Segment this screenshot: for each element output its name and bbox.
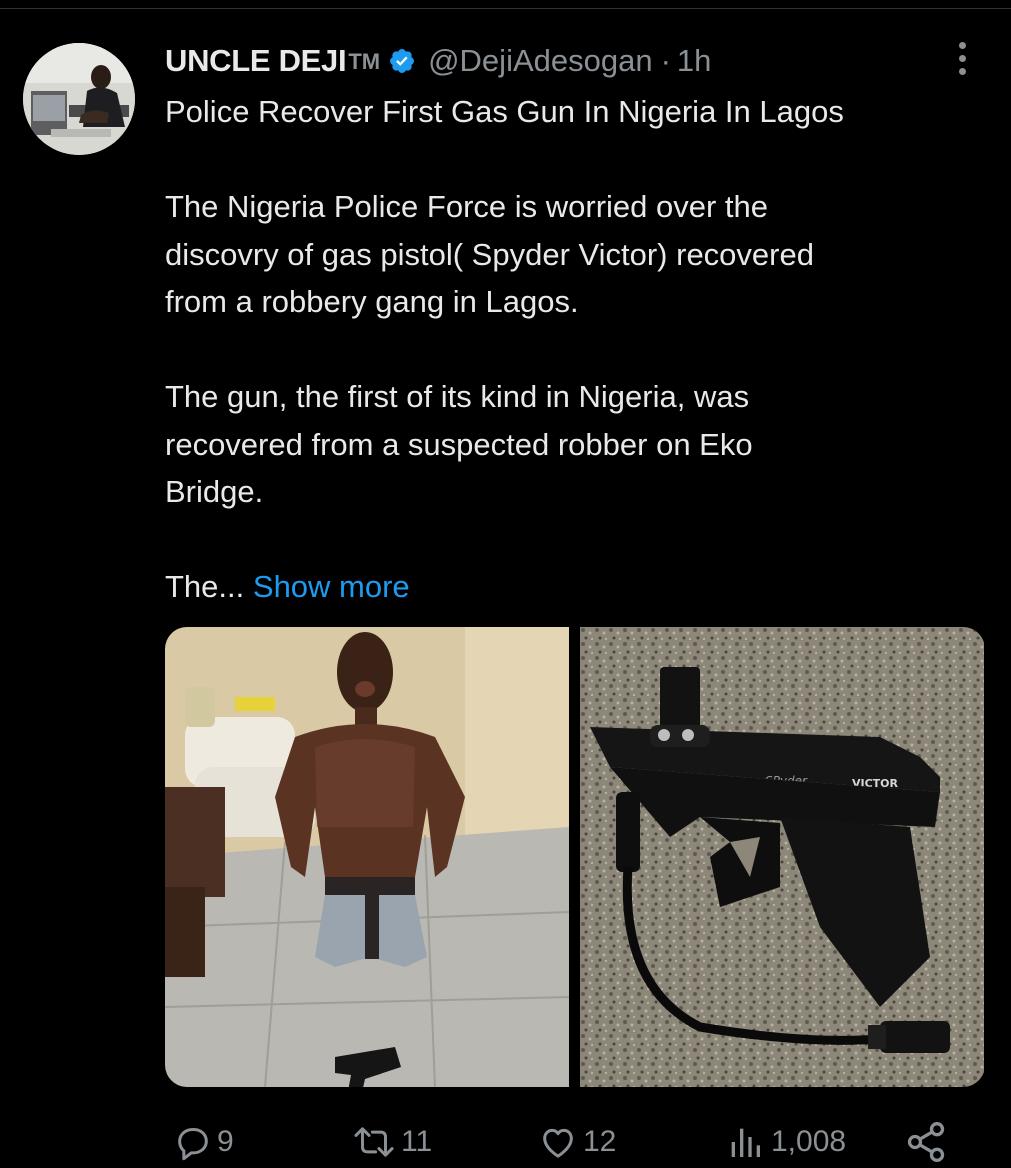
share-icon <box>903 1120 949 1164</box>
views-chart-icon <box>723 1122 767 1162</box>
avatar-photo <box>23 43 135 155</box>
repost-count: 11 <box>401 1125 433 1158</box>
show-more-link[interactable]: Show more <box>253 569 410 604</box>
share-button[interactable] <box>903 1116 949 1168</box>
author-avatar[interactable] <box>23 43 135 155</box>
tweet-header: UNCLE DEJI TM @DejiAdesogan · 1h <box>165 36 711 86</box>
tweet-truncated-line: The... Show more <box>165 563 985 611</box>
like-button[interactable]: 12 <box>537 1116 616 1168</box>
more-options-icon[interactable] <box>948 36 976 80</box>
truncated-text: The... <box>165 569 245 604</box>
views-count: 1,008 <box>771 1125 847 1158</box>
reply-count: 9 <box>217 1125 234 1158</box>
author-name[interactable]: UNCLE DEJI <box>165 43 347 79</box>
repost-button[interactable]: 11 <box>351 1116 432 1168</box>
heart-icon <box>537 1122 579 1162</box>
tweet-headline: Police Recover First Gas Gun In Nigeria … <box>165 94 844 129</box>
author-tm-mark: TM <box>348 49 381 74</box>
tweet-paragraph: The gun, the first of its kind in Nigeri… <box>165 379 753 509</box>
author-handle[interactable]: @DejiAdesogan <box>428 43 653 79</box>
tweet-action-bar: 9 11 12 1,008 <box>165 1116 985 1168</box>
media-photo-suspect[interactable] <box>165 627 569 1087</box>
tweet-media-grid: SPyder VICTOR <box>165 627 985 1087</box>
tweet-timestamp[interactable]: 1h <box>677 43 711 79</box>
tweet-paragraph: The Nigeria Police Force is worried over… <box>165 189 814 319</box>
reply-icon <box>173 1122 213 1162</box>
views-button[interactable]: 1,008 <box>723 1116 846 1168</box>
media-photo-gun[interactable]: SPyder VICTOR <box>580 627 984 1087</box>
meta-separator: · <box>660 43 671 78</box>
verified-badge-icon <box>388 47 416 75</box>
repost-icon <box>351 1122 397 1162</box>
tweet-body: Police Recover First Gas Gun In Nigeria … <box>165 88 985 611</box>
reply-button[interactable]: 9 <box>173 1116 234 1168</box>
top-divider <box>0 8 1011 9</box>
like-count: 12 <box>583 1125 617 1158</box>
